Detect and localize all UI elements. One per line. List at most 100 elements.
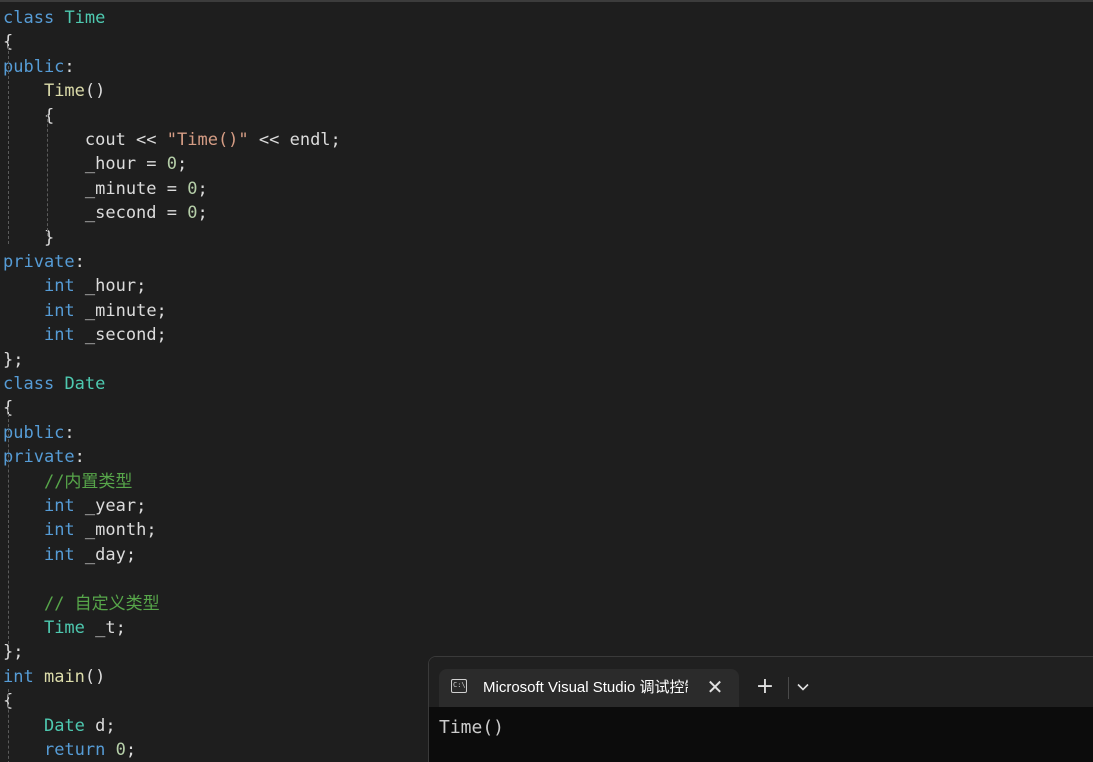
code-token: _hour = bbox=[3, 154, 167, 175]
code-token: _minute = bbox=[3, 178, 188, 199]
code-line: int _second; bbox=[3, 323, 167, 347]
code-token: _day; bbox=[74, 544, 137, 565]
indent-guide bbox=[8, 41, 9, 244]
code-line: int _month; bbox=[3, 518, 157, 542]
indent-guide bbox=[8, 409, 9, 644]
code-token: public bbox=[3, 422, 65, 443]
code-line: cout << "Time()" << endl; bbox=[3, 128, 341, 152]
code-token: int bbox=[43, 325, 75, 346]
code-token: private bbox=[3, 447, 75, 468]
code-line: Time() bbox=[3, 79, 105, 103]
code-editor[interactable]: class Time{public: Time() { cout << "Tim… bbox=[0, 4, 1093, 762]
code-line: int _year; bbox=[3, 494, 146, 518]
terminal-icon: C:\ bbox=[451, 679, 467, 693]
code-token: Time bbox=[43, 81, 85, 102]
code-token: int bbox=[43, 300, 75, 321]
console-tab[interactable]: C:\ Microsoft Visual Studio 调试控制台 ✕ bbox=[439, 669, 739, 707]
code-token: () bbox=[84, 81, 106, 102]
new-tab-button[interactable]: + bbox=[753, 675, 777, 699]
code-token: //内置类型 bbox=[43, 471, 133, 492]
code-token: int bbox=[43, 544, 75, 565]
tab-divider bbox=[788, 677, 789, 699]
code-token: 0 bbox=[166, 154, 178, 175]
code-line: return 0; bbox=[3, 738, 136, 762]
debug-console-window: C:\ Microsoft Visual Studio 调试控制台 ✕ + Ti… bbox=[428, 656, 1093, 762]
code-token: Date bbox=[64, 374, 106, 394]
code-token: ; bbox=[197, 203, 208, 224]
indent-guide bbox=[47, 114, 48, 236]
code-token: private bbox=[3, 252, 75, 272]
code-line: Time _t; bbox=[3, 616, 126, 640]
code-token: : bbox=[74, 447, 85, 468]
code-token: main bbox=[43, 666, 85, 687]
close-icon[interactable]: ✕ bbox=[703, 675, 727, 699]
code-token: d; bbox=[84, 715, 116, 736]
code-token: int bbox=[43, 520, 75, 541]
code-token: 0 bbox=[187, 178, 198, 199]
code-line: int _hour; bbox=[3, 274, 146, 298]
code-token: _year; bbox=[74, 496, 147, 516]
code-token: _t; bbox=[84, 618, 126, 638]
code-token: 0 bbox=[187, 203, 198, 224]
code-token: class bbox=[3, 8, 55, 28]
code-token: : bbox=[74, 252, 85, 272]
code-token: ; bbox=[125, 740, 137, 760]
code-line: }; bbox=[3, 348, 23, 372]
code-token: _hour; bbox=[74, 276, 147, 297]
code-token: << endl; bbox=[248, 130, 341, 150]
code-line: public: bbox=[3, 421, 75, 445]
code-token: : bbox=[64, 422, 75, 443]
code-token: 0 bbox=[115, 740, 126, 760]
console-output: Time() bbox=[439, 717, 505, 738]
code-token: : bbox=[64, 56, 75, 77]
code-line: private: bbox=[3, 445, 85, 469]
code-line: int _minute; bbox=[3, 299, 167, 323]
code-token: return bbox=[43, 740, 106, 760]
code-line: class Date bbox=[3, 372, 105, 396]
code-line: public: bbox=[3, 55, 75, 79]
code-line: int main() bbox=[3, 665, 105, 689]
code-token: int bbox=[43, 496, 75, 516]
screen: class Time{public: Time() { cout << "Tim… bbox=[0, 0, 1093, 762]
code-line: class Time bbox=[3, 6, 105, 30]
code-line: // 自定义类型 bbox=[3, 592, 160, 616]
code-token: () bbox=[84, 666, 106, 687]
code-line: _minute = 0; bbox=[3, 177, 208, 201]
code-line: int _day; bbox=[3, 543, 136, 567]
code-token: Date bbox=[43, 715, 85, 736]
code-line: }; bbox=[3, 640, 23, 664]
code-token: // 自定义类型 bbox=[43, 593, 160, 614]
code-token: class bbox=[3, 374, 55, 394]
indent-guide bbox=[8, 689, 9, 762]
code-token: _second; bbox=[74, 325, 167, 346]
code-token: public bbox=[3, 56, 65, 77]
code-token: ; bbox=[177, 154, 188, 175]
code-line: //内置类型 bbox=[3, 470, 132, 494]
code-token: _minute; bbox=[74, 300, 167, 321]
console-tab-bar: C:\ Microsoft Visual Studio 调试控制台 ✕ + bbox=[429, 657, 1093, 707]
code-token: _month; bbox=[74, 520, 157, 541]
chevron-down-icon[interactable] bbox=[791, 675, 815, 699]
code-line: _second = 0; bbox=[3, 201, 208, 225]
code-token: cout << bbox=[3, 130, 167, 150]
code-line: Date d; bbox=[3, 714, 116, 738]
code-line: private: bbox=[3, 250, 85, 274]
code-token: }; bbox=[3, 642, 24, 663]
code-token: int bbox=[3, 666, 34, 687]
code-token: Time bbox=[64, 8, 106, 28]
